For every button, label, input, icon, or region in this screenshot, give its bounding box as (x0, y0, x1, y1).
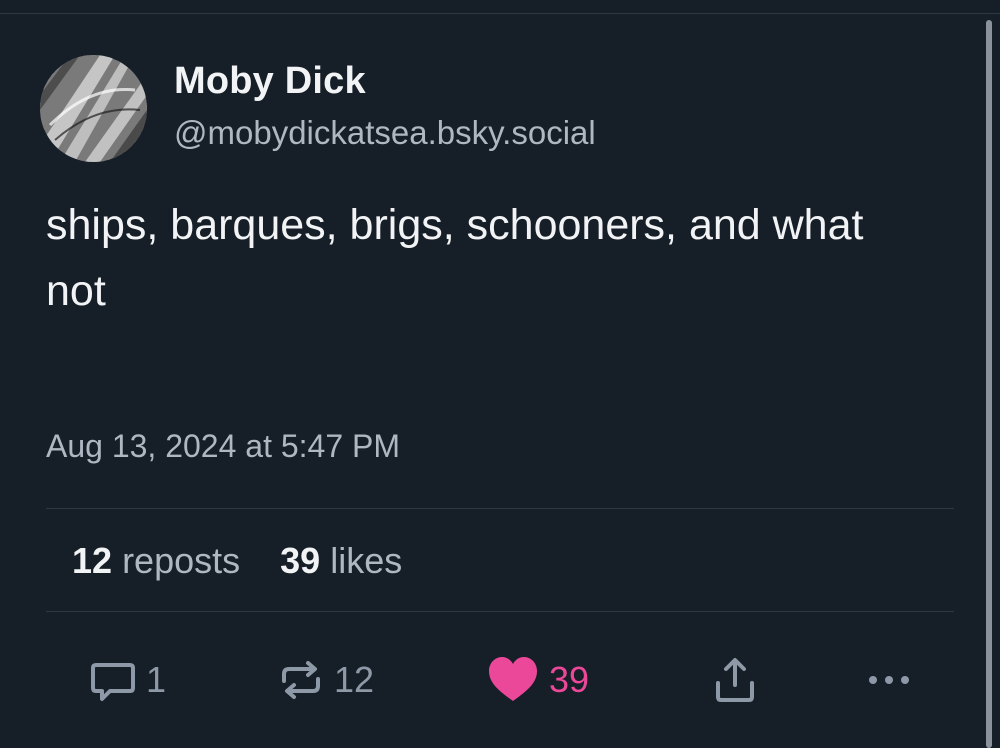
avatar[interactable] (40, 55, 147, 162)
author-display-name[interactable]: Moby Dick (174, 60, 366, 103)
avatar-image (40, 55, 147, 162)
ellipsis-icon (869, 676, 909, 684)
reposts-stat-label: reposts (122, 540, 241, 581)
likes-stat[interactable]: 39 likes (280, 540, 402, 582)
divider (46, 508, 954, 509)
heart-icon (489, 657, 537, 701)
speech-bubble-icon (91, 663, 135, 701)
post-thread-view: Moby Dick @mobydickatsea.bsky.social shi… (0, 0, 1000, 748)
like-button[interactable]: 39 (487, 650, 589, 710)
repost-button[interactable]: 12 (276, 650, 374, 710)
reply-count: 1 (146, 659, 167, 700)
share-button[interactable] (710, 650, 760, 710)
reposts-stat[interactable]: 12 reposts (72, 540, 240, 582)
post-text: ships, barques, brigs, schooners, and wh… (46, 201, 864, 315)
scrollbar[interactable] (986, 20, 992, 748)
likes-stat-label: likes (330, 540, 403, 581)
scrollbar-thumb[interactable] (986, 20, 992, 748)
repost-arrows-icon (282, 661, 320, 699)
like-count: 39 (549, 659, 590, 700)
header-divider (0, 13, 1000, 14)
reply-button[interactable]: 1 (88, 650, 166, 710)
repost-count: 12 (334, 659, 375, 700)
engagement-stats: 12 reposts 39 likes (72, 540, 402, 582)
post-actions-bar: 1 12 39 (0, 650, 1000, 710)
divider (46, 611, 954, 612)
share-upload-icon (716, 658, 754, 702)
reposts-stat-count: 12 (72, 540, 113, 581)
likes-stat-count: 39 (280, 540, 321, 581)
more-options-button[interactable] (866, 650, 912, 710)
post-timestamp: Aug 13, 2024 at 5:47 PM (46, 428, 401, 464)
author-handle[interactable]: @mobydickatsea.bsky.social (174, 114, 596, 152)
